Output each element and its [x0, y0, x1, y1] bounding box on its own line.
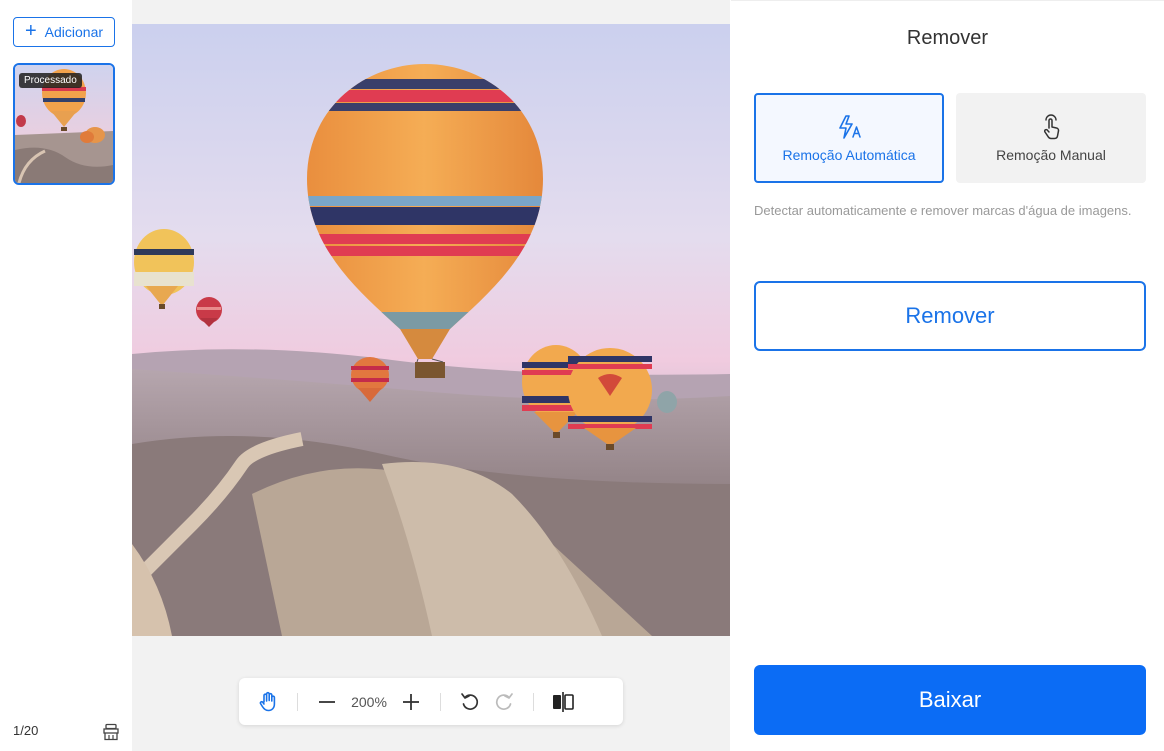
download-button[interactable]: Baixar — [754, 665, 1146, 735]
add-image-button[interactable]: + Adicionar — [13, 17, 115, 47]
plus-icon: + — [24, 20, 37, 42]
processed-badge: Processado — [19, 73, 82, 88]
minus-icon — [319, 700, 335, 703]
auto-lightning-icon — [839, 115, 861, 139]
canvas-area: 200% — [132, 0, 730, 751]
auto-removal-label: Remoção Automática — [782, 147, 916, 163]
image-sidebar: + Adicionar Processado 1/20 — [0, 0, 130, 751]
add-image-label: Adicionar — [44, 24, 104, 40]
broom-icon[interactable] — [102, 723, 120, 741]
toolbar-divider — [533, 692, 534, 711]
view-toolbar: 200% — [239, 678, 623, 725]
pan-tool-button[interactable] — [251, 685, 285, 719]
remove-button[interactable]: Remover — [754, 281, 1146, 351]
manual-removal-label: Remoção Manual — [996, 147, 1106, 163]
hand-icon — [259, 691, 276, 711]
zoom-in-button[interactable] — [394, 685, 428, 719]
tap-hand-icon — [1043, 114, 1060, 140]
preview-image[interactable] — [132, 24, 730, 636]
undo-icon — [461, 692, 479, 710]
panel-title: Remover — [906, 27, 989, 49]
plus-icon — [403, 693, 419, 710]
image-thumbnail[interactable]: Processado — [13, 63, 115, 185]
compare-button[interactable] — [546, 685, 580, 719]
redo-button[interactable] — [487, 685, 521, 719]
manual-removal-option[interactable]: Remoção Manual — [956, 93, 1146, 183]
toolbar-divider — [440, 692, 441, 711]
undo-button[interactable] — [453, 685, 487, 719]
settings-panel: Remover Remoção Automática Remoção Manua… — [731, 0, 1164, 751]
redo-icon — [495, 692, 513, 710]
mode-description: Detectar automaticamente e remover marca… — [754, 203, 1132, 218]
toolbar-divider — [297, 692, 298, 711]
zoom-out-button[interactable] — [310, 685, 344, 719]
zoom-level: 200% — [351, 693, 387, 710]
page-counter: 1/20 — [13, 723, 39, 738]
auto-removal-option[interactable]: Remoção Automática — [754, 93, 944, 183]
compare-icon — [553, 691, 574, 712]
